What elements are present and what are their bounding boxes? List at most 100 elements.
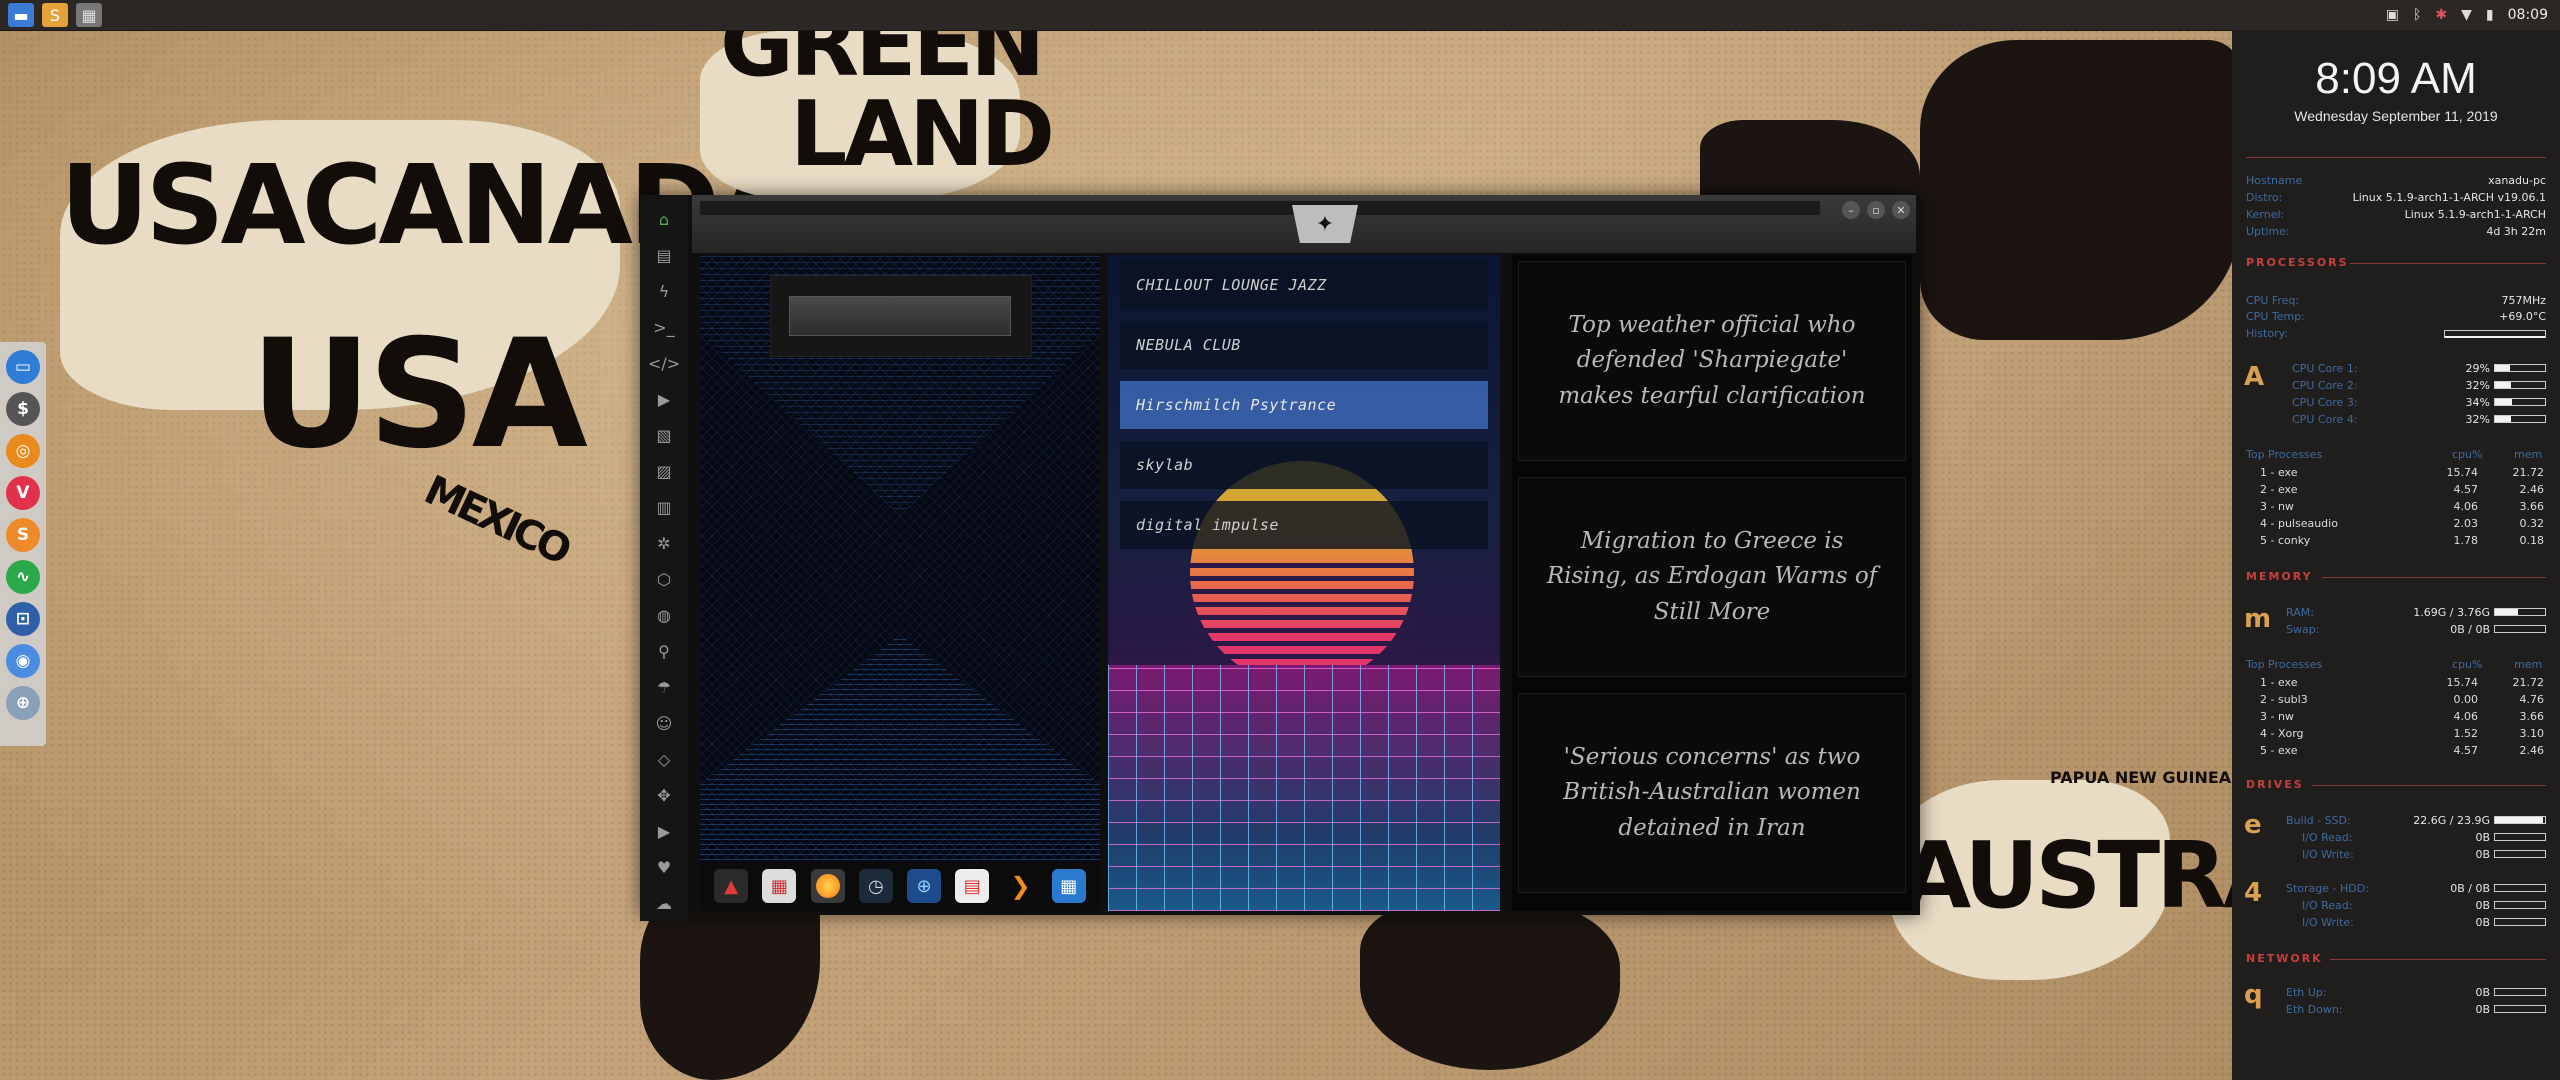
- debian-icon[interactable]: ✱: [2435, 7, 2447, 23]
- synthwave-grid: [1108, 665, 1500, 911]
- process-mem: 21.72: [2512, 466, 2545, 479]
- wifi-icon[interactable]: ▼: [2461, 7, 2472, 23]
- dev-icon[interactable]: ◇: [652, 741, 676, 777]
- terminal-icon[interactable]: $: [6, 392, 40, 426]
- process-cpu: 1.78: [2453, 534, 2479, 547]
- kernel-label: Kernel:: [2246, 208, 2285, 221]
- map-label-usa: USA: [250, 308, 588, 482]
- process-cpu: 2.03: [2453, 517, 2479, 530]
- search-icon[interactable]: ⚲: [652, 633, 676, 669]
- image-icon[interactable]: ▨: [652, 453, 676, 489]
- calendar-icon[interactable]: ▦: [762, 869, 797, 903]
- uptime-value: 4d 3h 22m: [2486, 225, 2546, 238]
- cpu-history-label: History:: [2246, 327, 2289, 340]
- terminal-prompt-icon[interactable]: >_: [652, 309, 676, 345]
- window-titlebar[interactable]: ✦ – ▫ ✕: [692, 195, 1916, 253]
- battery-icon[interactable]: ▮: [2486, 7, 2494, 23]
- system-tray: ▣ ᛒ ✱ ▼ ▮ 08:09: [2386, 0, 2548, 30]
- map-asia: [1920, 40, 2240, 340]
- cpu-core-label: CPU Core 1:: [2292, 362, 2358, 375]
- lightning-icon[interactable]: ϟ: [652, 273, 676, 309]
- cpu-core-bar: [2494, 381, 2546, 389]
- io-write-bar: [2494, 850, 2546, 858]
- cpu-core-bar: [2494, 415, 2546, 423]
- maximize-button[interactable]: ▫: [1867, 201, 1885, 219]
- storage-hdd-label: Storage - HDD:: [2286, 882, 2369, 895]
- station-item[interactable]: digital impulse: [1120, 501, 1488, 549]
- screenshot-icon[interactable]: ⊡: [6, 602, 40, 636]
- system-divider: [2246, 157, 2546, 158]
- calculator-icon[interactable]: ▦: [1051, 869, 1086, 903]
- image-icon[interactable]: ▣: [2386, 7, 2399, 23]
- mem-column-header: mem: [2514, 658, 2543, 671]
- umbrella-icon[interactable]: ☂: [652, 669, 676, 705]
- process-name: 4 - pulseaudio: [2260, 517, 2338, 530]
- station-item[interactable]: skylab: [1120, 441, 1488, 489]
- code-icon[interactable]: </>: [648, 345, 680, 381]
- files-icon[interactable]: ▭: [6, 350, 40, 384]
- io-write-value: 0B: [2475, 848, 2490, 861]
- news-icon[interactable]: ▥: [652, 489, 676, 525]
- minimize-button[interactable]: –: [1842, 201, 1860, 219]
- drives-heading: DRIVES: [2246, 778, 2304, 791]
- process-cpu: 4.57: [2453, 744, 2479, 757]
- play-icon[interactable]: ▶: [652, 381, 676, 417]
- adobe-icon[interactable]: ▲: [714, 869, 749, 903]
- clock-icon[interactable]: ◷: [858, 869, 893, 903]
- arrow-icon[interactable]: ❯: [1004, 869, 1038, 903]
- gallery-icon[interactable]: ▧: [652, 417, 676, 453]
- globe-icon[interactable]: ⊕: [907, 869, 942, 903]
- monitor-icon[interactable]: ∿: [6, 560, 40, 594]
- agenda-icon[interactable]: ▤: [955, 869, 990, 903]
- build-ssd-value: 22.6G / 23.9G: [2413, 814, 2490, 827]
- sublime-icon[interactable]: S: [6, 518, 40, 552]
- eth-up-label: Eth Up:: [2286, 986, 2327, 999]
- world-icon[interactable]: ⊕: [6, 686, 40, 720]
- swap-bar: [2494, 625, 2546, 633]
- ubuntu-icon[interactable]: ◎: [6, 434, 40, 468]
- search-panel: [770, 275, 1032, 357]
- drive-letter-icon: e: [2244, 810, 2262, 840]
- chromium-icon[interactable]: ◉: [6, 644, 40, 678]
- globe-icon[interactable]: ◍: [652, 597, 676, 633]
- conky-clock: 8:09 AM: [2315, 54, 2477, 103]
- workspace-launcher-icon[interactable]: ▦: [76, 3, 102, 27]
- news-headline[interactable]: 'Serious concerns' as two British-Austra…: [1518, 693, 1906, 893]
- io2-write-label: I/O Write:: [2302, 916, 2354, 929]
- sublime-launcher-icon[interactable]: S: [42, 3, 68, 27]
- storage-hdd-bar: [2494, 884, 2546, 892]
- heart-icon[interactable]: ♥: [652, 849, 676, 885]
- vivaldi-icon[interactable]: V: [6, 476, 40, 510]
- station-item-selected[interactable]: Hirschmilch Psytrance: [1120, 381, 1488, 429]
- files-launcher-icon[interactable]: ▬: [8, 3, 34, 27]
- settings-icon[interactable]: ✲: [652, 525, 676, 561]
- process-name: 1 - exe: [2260, 676, 2298, 689]
- network-divider: [2330, 959, 2546, 960]
- cpu-temp-value: +69.0°C: [2499, 310, 2546, 323]
- process-name: 4 - Xorg: [2260, 727, 2304, 740]
- process-cpu: 4.06: [2453, 710, 2479, 723]
- hexagon-icon[interactable]: ⬡: [652, 561, 676, 597]
- cpu-core-bar: [2494, 364, 2546, 372]
- processors-divider: [2350, 263, 2546, 264]
- cloud-icon[interactable]: ☁: [652, 885, 676, 921]
- process-name: 2 - subl3: [2260, 693, 2308, 706]
- bar-fill: [2495, 416, 2511, 422]
- home-icon[interactable]: ⌂: [652, 201, 676, 237]
- station-item[interactable]: CHILLOUT LOUNGE JAZZ: [1120, 261, 1488, 309]
- search-input[interactable]: [789, 296, 1011, 336]
- firefox-icon[interactable]: [810, 869, 845, 903]
- document-icon[interactable]: ▤: [652, 237, 676, 273]
- radio-pane: CHILLOUT LOUNGE JAZZ NEBULA CLUB Hirschm…: [1108, 255, 1500, 911]
- close-button[interactable]: ✕: [1892, 201, 1910, 219]
- panel-clock[interactable]: 08:09: [2508, 7, 2548, 23]
- bluetooth-icon[interactable]: ᛒ: [2413, 7, 2421, 23]
- news-headline[interactable]: Migration to Greece is Rising, as Erdoga…: [1518, 477, 1906, 677]
- contact-icon[interactable]: ☺: [652, 705, 676, 741]
- memory-heading: MEMORY: [2246, 570, 2313, 583]
- expand-icon[interactable]: ✥: [652, 777, 676, 813]
- station-item[interactable]: NEBULA CLUB: [1120, 321, 1488, 369]
- youtube-icon[interactable]: ▶: [652, 813, 676, 849]
- bar-fill: [2495, 399, 2512, 405]
- news-headline[interactable]: Top weather official who defended 'Sharp…: [1518, 261, 1906, 461]
